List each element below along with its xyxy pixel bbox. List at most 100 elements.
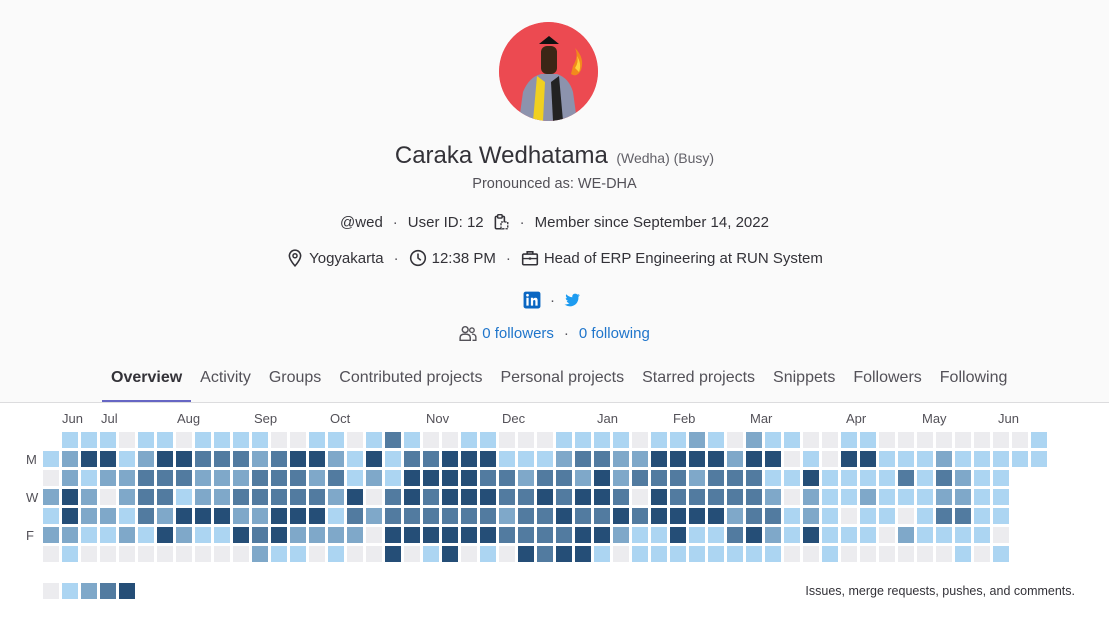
contribution-cell[interactable]	[974, 527, 990, 543]
contribution-cell[interactable]	[670, 546, 686, 562]
contribution-cell[interactable]	[917, 451, 933, 467]
contribution-cell[interactable]	[81, 508, 97, 524]
contribution-cell[interactable]	[328, 489, 344, 505]
contribution-cell[interactable]	[100, 470, 116, 486]
copy-icon[interactable]	[492, 213, 510, 231]
contribution-cell[interactable]	[442, 489, 458, 505]
contribution-cell[interactable]	[423, 489, 439, 505]
contribution-cell[interactable]	[119, 527, 135, 543]
contribution-cell[interactable]	[347, 508, 363, 524]
tab-contributed-projects[interactable]: Contributed projects	[330, 360, 491, 402]
contribution-cell[interactable]	[993, 470, 1009, 486]
contribution-cell[interactable]	[708, 546, 724, 562]
contribution-cell[interactable]	[252, 470, 268, 486]
contribution-cell[interactable]	[670, 508, 686, 524]
contribution-cell[interactable]	[461, 508, 477, 524]
contribution-cell[interactable]	[613, 527, 629, 543]
contribution-cell[interactable]	[62, 489, 78, 505]
contribution-cell[interactable]	[594, 508, 610, 524]
contribution-cell[interactable]	[1031, 432, 1047, 448]
contribution-cell[interactable]	[613, 432, 629, 448]
contribution-cell[interactable]	[271, 546, 287, 562]
contribution-cell[interactable]	[784, 546, 800, 562]
contribution-cell[interactable]	[81, 489, 97, 505]
contribution-cell[interactable]	[974, 546, 990, 562]
contribution-cell[interactable]	[138, 451, 154, 467]
tab-personal-projects[interactable]: Personal projects	[491, 360, 633, 402]
contribution-cell[interactable]	[746, 470, 762, 486]
contribution-cell[interactable]	[898, 527, 914, 543]
contribution-cell[interactable]	[366, 432, 382, 448]
contribution-cell[interactable]	[195, 489, 211, 505]
contribution-cell[interactable]	[898, 489, 914, 505]
contribution-cell[interactable]	[176, 546, 192, 562]
contribution-cell[interactable]	[670, 470, 686, 486]
contribution-cell[interactable]	[404, 451, 420, 467]
contribution-cell[interactable]	[442, 508, 458, 524]
contribution-cell[interactable]	[138, 432, 154, 448]
contribution-cell[interactable]	[955, 546, 971, 562]
contribution-cell[interactable]	[746, 451, 762, 467]
contribution-cell[interactable]	[176, 432, 192, 448]
contribution-cell[interactable]	[955, 451, 971, 467]
contribution-cell[interactable]	[518, 489, 534, 505]
contribution-cell[interactable]	[708, 508, 724, 524]
contribution-cell[interactable]	[100, 546, 116, 562]
contribution-cell[interactable]	[537, 508, 553, 524]
contribution-cell[interactable]	[214, 508, 230, 524]
contribution-cell[interactable]	[119, 451, 135, 467]
tab-overview[interactable]: Overview	[102, 360, 192, 402]
contribution-cell[interactable]	[62, 432, 78, 448]
contribution-cell[interactable]	[366, 546, 382, 562]
contribution-cell[interactable]	[841, 546, 857, 562]
contribution-cell[interactable]	[841, 489, 857, 505]
contribution-cell[interactable]	[898, 432, 914, 448]
contribution-cell[interactable]	[537, 527, 553, 543]
contribution-cell[interactable]	[632, 489, 648, 505]
contribution-cell[interactable]	[271, 451, 287, 467]
contribution-cell[interactable]	[195, 508, 211, 524]
contribution-cell[interactable]	[43, 489, 59, 505]
contribution-cell[interactable]	[974, 432, 990, 448]
contribution-cell[interactable]	[822, 546, 838, 562]
contribution-cell[interactable]	[176, 489, 192, 505]
contribution-cell[interactable]	[176, 451, 192, 467]
contribution-cell[interactable]	[328, 432, 344, 448]
contribution-cell[interactable]	[518, 470, 534, 486]
contribution-cell[interactable]	[366, 508, 382, 524]
contribution-cell[interactable]	[841, 470, 857, 486]
contribution-cell[interactable]	[594, 527, 610, 543]
tab-activity[interactable]: Activity	[191, 360, 260, 402]
contribution-cell[interactable]	[860, 508, 876, 524]
contribution-cell[interactable]	[632, 470, 648, 486]
contribution-cell[interactable]	[214, 546, 230, 562]
contribution-cell[interactable]	[366, 451, 382, 467]
contribution-cell[interactable]	[879, 508, 895, 524]
contribution-cell[interactable]	[176, 527, 192, 543]
contribution-cell[interactable]	[765, 432, 781, 448]
contribution-cell[interactable]	[727, 432, 743, 448]
contribution-cell[interactable]	[651, 489, 667, 505]
contribution-cell[interactable]	[195, 546, 211, 562]
contribution-cell[interactable]	[860, 432, 876, 448]
contribution-cell[interactable]	[993, 508, 1009, 524]
contribution-cell[interactable]	[252, 432, 268, 448]
contribution-cell[interactable]	[689, 432, 705, 448]
contribution-cell[interactable]	[936, 546, 952, 562]
contribution-cell[interactable]	[480, 527, 496, 543]
twitter-icon[interactable]	[563, 291, 581, 309]
contribution-cell[interactable]	[423, 432, 439, 448]
contribution-cell[interactable]	[366, 470, 382, 486]
contribution-cell[interactable]	[119, 470, 135, 486]
contribution-cell[interactable]	[670, 527, 686, 543]
contribution-cell[interactable]	[461, 432, 477, 448]
contribution-cell[interactable]	[157, 508, 173, 524]
contribution-cell[interactable]	[328, 451, 344, 467]
contribution-cell[interactable]	[233, 432, 249, 448]
contribution-cell[interactable]	[119, 432, 135, 448]
contribution-cell[interactable]	[746, 489, 762, 505]
contribution-cell[interactable]	[499, 546, 515, 562]
contribution-cell[interactable]	[974, 489, 990, 505]
contribution-cell[interactable]	[613, 451, 629, 467]
contribution-cell[interactable]	[309, 470, 325, 486]
